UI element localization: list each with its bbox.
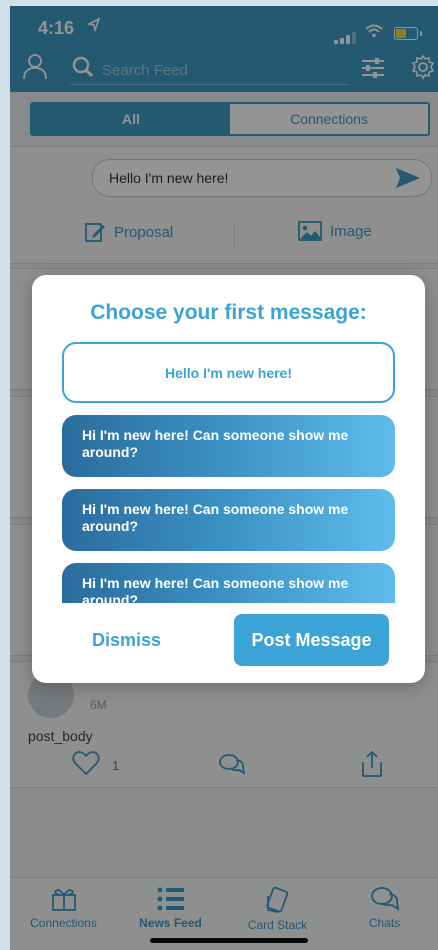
message-option[interactable]: Hi I'm new here! Can someone show me aro… — [62, 563, 395, 603]
modal-title: Choose your first message: — [90, 301, 367, 324]
message-option[interactable]: Hello I'm new here! — [62, 342, 395, 403]
dismiss-button[interactable]: Dismiss — [86, 629, 167, 652]
message-option[interactable]: Hi I'm new here! Can someone show me aro… — [62, 415, 395, 477]
first-message-modal: Choose your first message: Hello I'm new… — [32, 275, 425, 683]
phone-screen: 4:16 Search Feed All Connections Hello I… — [10, 6, 438, 950]
post-message-button[interactable]: Post Message — [234, 614, 389, 666]
message-option[interactable]: Hi I'm new here! Can someone show me aro… — [62, 489, 395, 551]
message-options-list[interactable]: Hello I'm new here! Hi I'm new here! Can… — [62, 342, 395, 603]
